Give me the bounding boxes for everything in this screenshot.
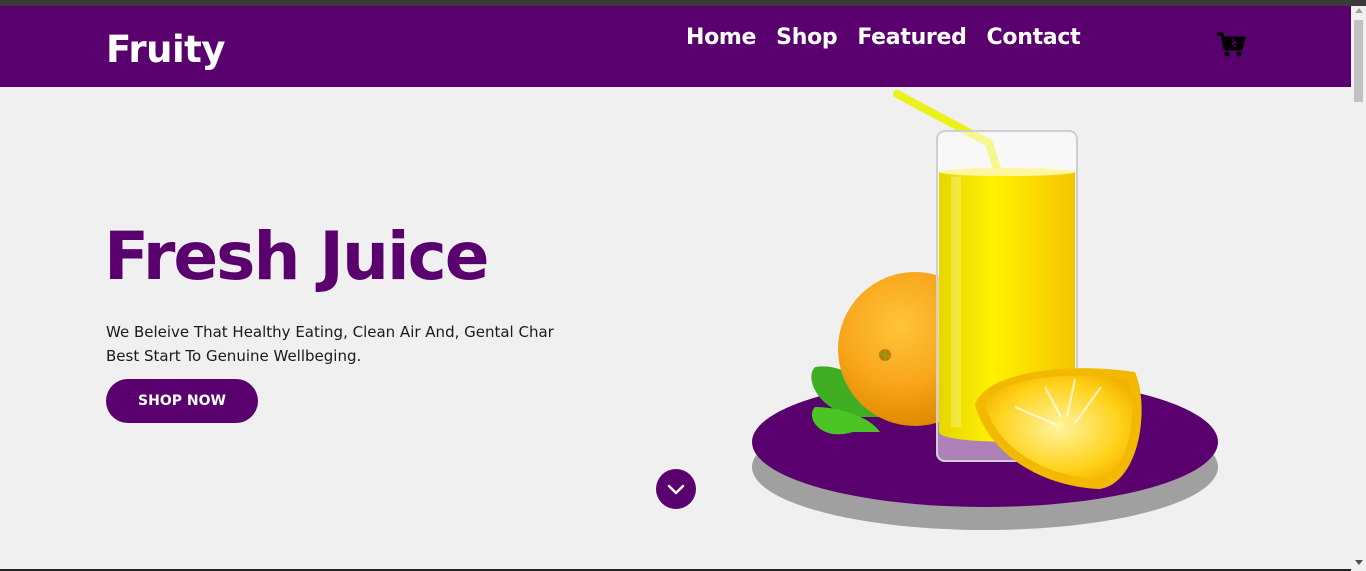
cart-icon[interactable] bbox=[1216, 32, 1246, 58]
scrollbar-thumb[interactable] bbox=[1354, 20, 1363, 102]
nav-link-home[interactable]: Home bbox=[686, 25, 756, 50]
juice-glass-oranges-image bbox=[752, 90, 1218, 530]
shop-now-button[interactable]: SHOP NOW bbox=[106, 379, 258, 423]
chevron-down-icon bbox=[667, 484, 685, 495]
scroll-down-button[interactable] bbox=[656, 469, 696, 509]
scroll-down-arrow-icon[interactable] bbox=[1355, 560, 1363, 565]
hero-description: We Beleive That Healthy Eating, Clean Ai… bbox=[106, 323, 554, 365]
scroll-up-arrow-icon[interactable] bbox=[1355, 8, 1363, 13]
hero-title: Fresh Juice bbox=[104, 218, 489, 295]
nav-link-shop[interactable]: Shop bbox=[776, 25, 837, 50]
nav-link-featured[interactable]: Featured bbox=[857, 25, 967, 50]
navbar: Fruity Home Shop Featured Contact bbox=[0, 6, 1351, 87]
main-nav: Home Shop Featured Contact bbox=[686, 25, 1081, 50]
nav-link-contact[interactable]: Contact bbox=[987, 25, 1081, 50]
brand-logo[interactable]: Fruity bbox=[106, 28, 225, 71]
